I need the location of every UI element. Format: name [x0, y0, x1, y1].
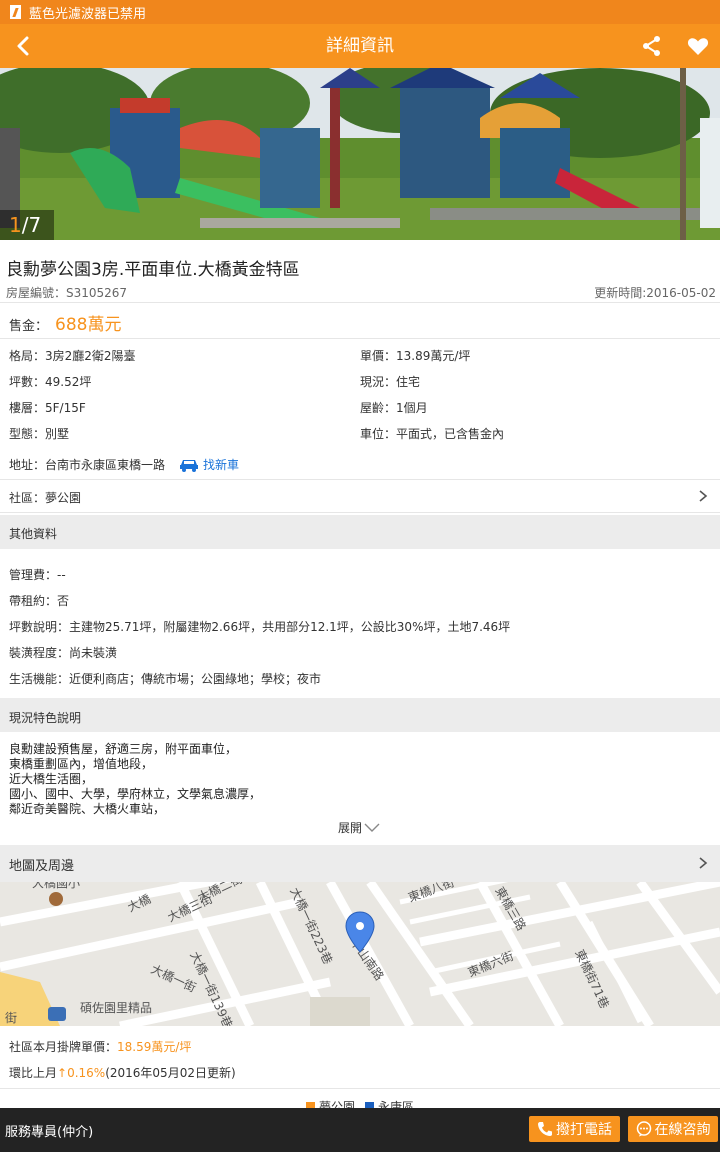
community-label: 社區：夢公園 [9, 491, 82, 505]
listing-title: 良勳夢公園3房.平面車位.大橋黃金特區 [6, 260, 300, 280]
playground-photo [0, 68, 720, 240]
features-line: 鄰近奇美醫院、大橋火車站， [9, 802, 166, 816]
price-label: 售金： [9, 319, 49, 334]
info-decoration: 裝潢程度：尚未裝潢 [9, 646, 118, 660]
listing-meta: 房屋編號：S3105267 更新時間:2016-05-02 [6, 284, 716, 300]
address-row: 地址：台南市永康區東橋一路 找新車 [9, 456, 239, 473]
spec-status: 現況：住宅 [360, 375, 421, 389]
phone-icon [538, 1122, 552, 1136]
avg-price-label: 社區本月掛牌單價： [9, 1040, 118, 1054]
features-line: 良勳建設預售屋，舒適三房，附平面車位， [9, 742, 238, 756]
page-title: 詳細資訊 [326, 36, 394, 56]
map-section-header[interactable]: 地圖及周邊 [0, 845, 720, 882]
spec-type: 型態：別墅 [9, 427, 70, 441]
info-amenities: 生活機能：近便利商店；傳統市場；公園綠地；學校；夜市 [9, 672, 322, 686]
map-canvas: 大橋國小 大橋 大橋三街 大橋二街 大橋一街223巷 中山南路 東橋八街 東橋三… [0, 882, 720, 1026]
car-icon[interactable] [179, 458, 199, 472]
call-button[interactable]: 撥打電話 [529, 1116, 620, 1142]
map-label: 街 [5, 1011, 17, 1025]
info-area-notes: 坪數說明：主建物25.71坪，附屬建物2.66坪，共用部分12.1坪，公設比30… [9, 620, 511, 634]
notification-icon [10, 5, 21, 19]
month-over-month: 環比上月↑0.16%(2016年05月02日更新) [9, 1064, 236, 1081]
price-value: 688萬元 [55, 315, 122, 335]
chat-icon [636, 1121, 651, 1137]
call-button-label: 撥打電話 [556, 1122, 612, 1138]
map-label: 大橋國小 [32, 882, 80, 890]
share-icon[interactable] [640, 34, 664, 58]
chevron-down-icon [364, 823, 380, 832]
info-lease: 帶租約：否 [9, 594, 70, 608]
divider [0, 338, 720, 339]
expand-label: 展開 [338, 821, 363, 835]
heart-icon[interactable] [686, 34, 710, 58]
features-line: 近大橋生活圈， [9, 772, 94, 786]
spec-parking: 車位：平面式，已含售金內 [360, 427, 505, 441]
status-bar: 藍色光濾波器已禁用 [0, 0, 720, 24]
chevron-right-icon [699, 857, 708, 869]
spec-floor: 樓層：5F/15F [9, 401, 86, 415]
expand-button[interactable]: 展開 [338, 819, 380, 836]
avg-price-value: 18.59萬元/坪 [117, 1040, 192, 1054]
features-title: 現況特色說明 [9, 711, 82, 725]
agent-label: 服務專員(仲介) [5, 1125, 94, 1140]
spec-area: 坪數：49.52坪 [9, 375, 92, 389]
bottom-action-bar: 服務專員(仲介) 撥打電話 在線咨詢 [0, 1108, 720, 1152]
mom-label: 環比上月 [9, 1066, 58, 1080]
map-view[interactable]: 大橋國小 大橋 大橋三街 大橋二街 大橋一街223巷 中山南路 東橋八街 東橋三… [0, 882, 720, 1026]
info-management-fee: 管理費：-- [9, 568, 66, 582]
features-header: 現況特色說明 [0, 698, 720, 732]
features-line: 東橋重劃區內，增值地段， [9, 757, 154, 771]
listing-id: 房屋編號：S3105267 [6, 286, 128, 300]
mom-suffix: (2016年05月02日更新) [105, 1066, 236, 1080]
community-row[interactable]: 社區：夢公園 [0, 479, 720, 513]
photo-counter: 1/7 [0, 210, 54, 240]
community-avg-price: 社區本月掛牌單價：18.59萬元/坪 [9, 1038, 191, 1055]
other-info-header: 其他資料 [0, 515, 720, 549]
app-bar: 詳細資訊 [0, 24, 720, 68]
photo-current-index: 1 [9, 213, 22, 237]
spec-unit-price: 單價：13.89萬元/坪 [360, 349, 471, 363]
mom-value: ↑0.16% [57, 1066, 106, 1080]
updated-time: 更新時間:2016-05-02 [594, 286, 716, 300]
spec-age: 屋齡：1個月 [360, 401, 428, 415]
status-text: 藍色光濾波器已禁用 [29, 6, 147, 22]
chat-button[interactable]: 在線咨詢 [628, 1116, 718, 1142]
other-info-title: 其他資料 [9, 527, 58, 541]
divider [0, 1088, 720, 1089]
listing-photo[interactable] [0, 68, 720, 240]
spec-layout: 格局：3房2廳2衛2陽臺 [9, 349, 136, 363]
features-description: 良勳建設預售屋，舒適三房，附平面車位， 東橋重劃區內，增值地段， 近大橋生活圈，… [9, 742, 261, 817]
divider [0, 302, 720, 303]
photo-total: /7 [21, 213, 42, 237]
address-text: 地址：台南市永康區東橋一路 [9, 458, 166, 472]
find-car-link[interactable]: 找新車 [203, 456, 239, 473]
map-label: 碩佐園里精品 [80, 1001, 152, 1015]
map-section-title: 地圖及周邊 [9, 859, 75, 874]
chevron-right-icon [699, 490, 708, 502]
back-arrow-icon[interactable] [10, 32, 38, 60]
chat-button-label: 在線咨詢 [654, 1122, 711, 1138]
features-line: 國小、國中、大學，學府林立，文學氣息濃厚， [9, 787, 262, 801]
